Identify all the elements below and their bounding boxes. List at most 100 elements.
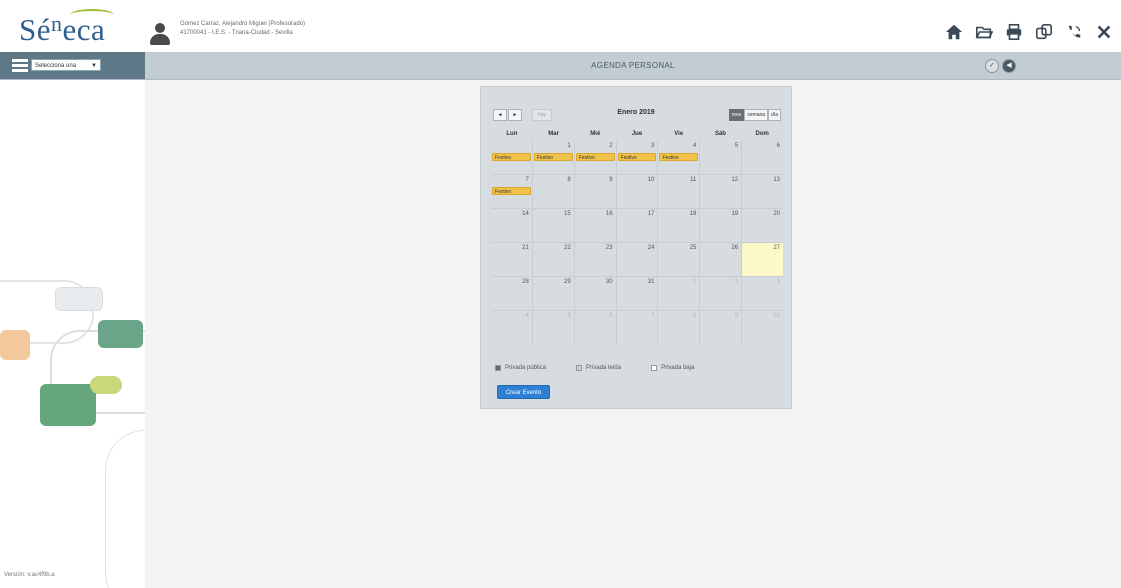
calendar-day[interactable]: 25 xyxy=(657,243,699,276)
day-number: 22 xyxy=(564,245,571,251)
calendar-day[interactable]: 21 xyxy=(491,243,532,276)
view-button-0[interactable]: mes xyxy=(728,109,745,121)
calendar-day[interactable]: 30 xyxy=(573,277,616,310)
sidebar-card xyxy=(90,376,122,394)
day-number: 5 xyxy=(567,313,571,319)
calendar-week: 4 5 6 7 8 9 10 xyxy=(491,310,783,344)
chevron-down-icon: ▼ xyxy=(91,63,97,69)
calendar-day[interactable]: 4 Festivo xyxy=(657,141,699,174)
calendar-grid: Lun Mar Mié Jue Vie Sáb Dom Festivo 1 Festivo 2 Fe… xyxy=(491,131,784,344)
day-number: 4 xyxy=(525,313,529,319)
calendar-event[interactable]: Festivo xyxy=(575,153,615,161)
day-number: 31 xyxy=(647,279,655,285)
calendar-day[interactable]: 3 xyxy=(741,277,783,310)
calendar-event[interactable]: Festivo xyxy=(617,153,657,161)
calendar-week: 28 29 30 31 1 2 3 xyxy=(491,276,783,310)
calendar-day[interactable]: 11 xyxy=(657,175,699,208)
calendar-day[interactable]: 9 xyxy=(573,175,616,208)
calendar-day[interactable]: 4 xyxy=(491,311,532,344)
copy-icon[interactable] xyxy=(1033,22,1055,42)
calendar-day[interactable]: 13 xyxy=(741,175,783,208)
create-event-button[interactable]: Crear Evento xyxy=(497,385,550,399)
top-toolbar xyxy=(943,22,1115,42)
calendar-event[interactable]: Festivo xyxy=(533,153,573,161)
calendar-day[interactable]: 17 xyxy=(615,209,658,242)
day-number: 11 xyxy=(690,177,697,183)
calendar-day[interactable]: 26 xyxy=(699,243,741,276)
day-number: 14 xyxy=(522,211,529,217)
day-number: 13 xyxy=(773,177,781,183)
day-number: 7 xyxy=(525,177,529,183)
calendar-day[interactable]: 20 xyxy=(741,209,783,242)
day-number: 8 xyxy=(692,313,697,319)
calendar-day[interactable]: 1 xyxy=(657,277,699,310)
view-button-1[interactable]: semana xyxy=(744,109,769,121)
day-number: 23 xyxy=(605,245,613,251)
calendar-day[interactable]: 2 Festivo xyxy=(573,141,616,174)
legend-swatch xyxy=(651,365,658,371)
version-text: Versión: v.ac4f9b.a xyxy=(4,572,55,578)
sidebar-card xyxy=(40,384,96,426)
calendar-day[interactable]: 29 xyxy=(531,277,574,310)
legend-item: Privada pública xyxy=(495,365,546,371)
legend-label: Privada baja xyxy=(661,365,695,371)
legend-label: Privada pública xyxy=(505,365,547,371)
calendar-day[interactable]: 6 xyxy=(573,311,616,344)
calendar-day[interactable]: 14 xyxy=(491,209,532,242)
back-arrow-icon[interactable]: ◀ xyxy=(1002,59,1016,73)
calendar-day[interactable]: 12 xyxy=(699,175,741,208)
calendar-day[interactable]: 16 xyxy=(573,209,616,242)
print-icon[interactable] xyxy=(1003,22,1025,42)
legend-swatch xyxy=(495,365,501,371)
calendar-day[interactable]: 28 xyxy=(491,277,532,310)
day-number: 12 xyxy=(731,177,739,183)
calendar-day[interactable]: 19 xyxy=(699,209,741,242)
calendar-day[interactable]: 31 xyxy=(615,277,658,310)
calendar-day[interactable]: 23 xyxy=(573,243,616,276)
check-icon[interactable]: ✓ xyxy=(985,59,999,73)
calendar-day[interactable]: 10 xyxy=(615,175,658,208)
calendar-event[interactable]: Festivo xyxy=(659,153,699,161)
folder-icon[interactable] xyxy=(973,22,995,42)
day-number: 10 xyxy=(647,177,655,183)
calendar-day[interactable]: 18 xyxy=(657,209,699,242)
calendar-day[interactable]: 22 xyxy=(531,243,574,276)
home-icon[interactable] xyxy=(943,22,965,42)
calendar-day[interactable]: 7 Festivo xyxy=(491,175,532,208)
day-number: 3 xyxy=(776,279,781,285)
user-icon[interactable] xyxy=(148,23,172,47)
day-number: 2 xyxy=(734,279,739,285)
calendar-day[interactable]: 2 xyxy=(699,277,741,310)
phone-icon[interactable] xyxy=(1063,22,1085,42)
nav-right-controls: ✓ ◀ xyxy=(985,59,1016,73)
calendar-day[interactable]: 27 xyxy=(741,243,784,276)
calendar-day[interactable]: 10 xyxy=(741,311,783,344)
calendar-day[interactable]: 9 xyxy=(699,311,741,344)
calendar-day[interactable]: 6 xyxy=(741,141,783,174)
calendar-day[interactable]: 5 xyxy=(699,141,741,174)
calendar-event[interactable]: Festivo xyxy=(492,187,531,195)
day-number: 30 xyxy=(605,279,613,285)
view-button-2[interactable]: día xyxy=(768,109,781,121)
calendar-day[interactable]: 8 xyxy=(531,175,574,208)
calendar-day[interactable]: 8 xyxy=(657,311,699,344)
menu-select[interactable]: Selecciona una ▼ xyxy=(31,59,101,71)
calendar-day[interactable]: 7 xyxy=(615,311,658,344)
calendar-day[interactable]: 15 xyxy=(531,209,574,242)
calendar-day[interactable]: 5 xyxy=(531,311,574,344)
calendar-day[interactable]: 3 Festivo xyxy=(615,141,658,174)
day-number: 28 xyxy=(522,279,529,285)
calendar-week: Festivo 1 Festivo 2 Festivo 3 Festivo 4 Festivo 5… xyxy=(491,141,783,174)
hamburger-menu-icon[interactable] xyxy=(12,59,28,72)
sidebar: Versión: v.ac4f9b.a xyxy=(0,80,145,588)
calendar-week: 7 Festivo 8 9 10 11 12 13 xyxy=(491,174,783,208)
calendar-event[interactable]: Festivo xyxy=(492,153,531,161)
close-icon[interactable] xyxy=(1093,22,1115,42)
legend-label: Privada leída xyxy=(586,365,622,371)
calendar-day[interactable]: 24 xyxy=(615,243,658,276)
calendar-day[interactable]: 1 Festivo xyxy=(531,141,574,174)
calendar-day[interactable]: Festivo xyxy=(491,141,532,174)
day-number: 29 xyxy=(564,279,571,285)
day-number: 20 xyxy=(773,211,781,217)
weekday-label: Vie xyxy=(674,131,684,137)
